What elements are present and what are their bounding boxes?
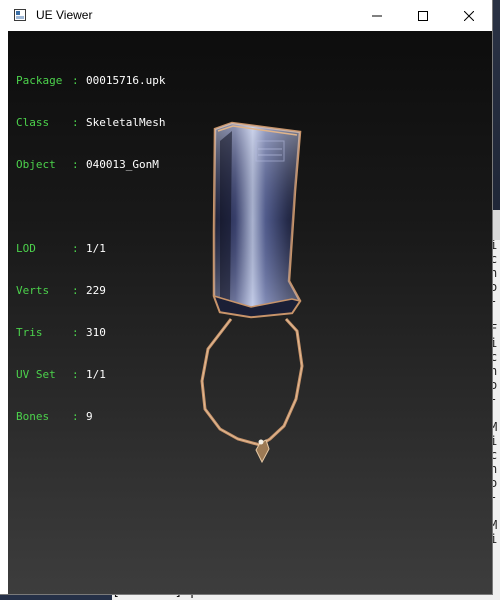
info-value: 229 xyxy=(86,284,106,297)
close-button[interactable] xyxy=(446,0,492,31)
window-title: UE Viewer xyxy=(36,8,93,22)
info-label: UV Set xyxy=(16,368,56,381)
info-value: 1/1 xyxy=(86,242,106,255)
close-icon xyxy=(464,10,474,21)
info-row-class: Class: SkeletalMesh xyxy=(16,116,165,130)
info-separator: : xyxy=(72,326,86,339)
info-value: SkeletalMesh xyxy=(86,116,166,129)
info-value: 00015716.upk xyxy=(86,74,166,87)
mesh-info-overlay: Package: 00015716.upk Class: SkeletalMes… xyxy=(16,46,165,452)
info-label: LOD xyxy=(16,242,36,255)
info-value: 310 xyxy=(86,326,106,339)
info-separator: : xyxy=(72,410,86,423)
background-console-scrollbar[interactable] xyxy=(492,210,500,240)
app-icon xyxy=(14,9,26,21)
info-value: 1/1 xyxy=(86,368,106,381)
maximize-icon xyxy=(418,10,428,21)
info-label: Class xyxy=(16,116,50,129)
info-label: Verts xyxy=(16,284,50,297)
info-row-tris: Tris: 310 xyxy=(16,326,165,340)
info-separator: : xyxy=(72,368,86,381)
info-label: Tris xyxy=(16,326,43,339)
info-value: 040013_GonM xyxy=(86,158,159,171)
info-label: Object xyxy=(16,158,56,171)
info-separator: : xyxy=(72,74,86,87)
info-row-object: Object: 040013_GonM xyxy=(16,158,165,172)
info-row-verts: Verts: 229 xyxy=(16,284,165,298)
3d-viewport[interactable]: Package: 00015716.upk Class: SkeletalMes… xyxy=(8,31,492,594)
info-separator: : xyxy=(72,116,86,129)
info-row-bones: Bones: 9 xyxy=(16,410,165,424)
ue-viewer-window: UE Viewer Package: 00015716.upk Class:… xyxy=(0,0,492,594)
maximize-button[interactable] xyxy=(400,0,446,31)
info-row-uvset: UV Set: 1/1 xyxy=(16,368,165,382)
info-separator: : xyxy=(72,158,86,171)
info-label: Package xyxy=(16,74,63,87)
title-bar[interactable]: UE Viewer xyxy=(0,0,492,31)
info-separator: : xyxy=(72,284,86,297)
minimize-button[interactable] xyxy=(354,0,400,31)
minimize-icon xyxy=(372,15,382,16)
info-row-package: Package: 00015716.upk xyxy=(16,74,165,88)
info-value: 9 xyxy=(86,410,93,423)
info-row-lod: LOD: 1/1 xyxy=(16,242,165,256)
info-separator: : xyxy=(72,242,86,255)
info-label: Bones xyxy=(16,410,50,423)
